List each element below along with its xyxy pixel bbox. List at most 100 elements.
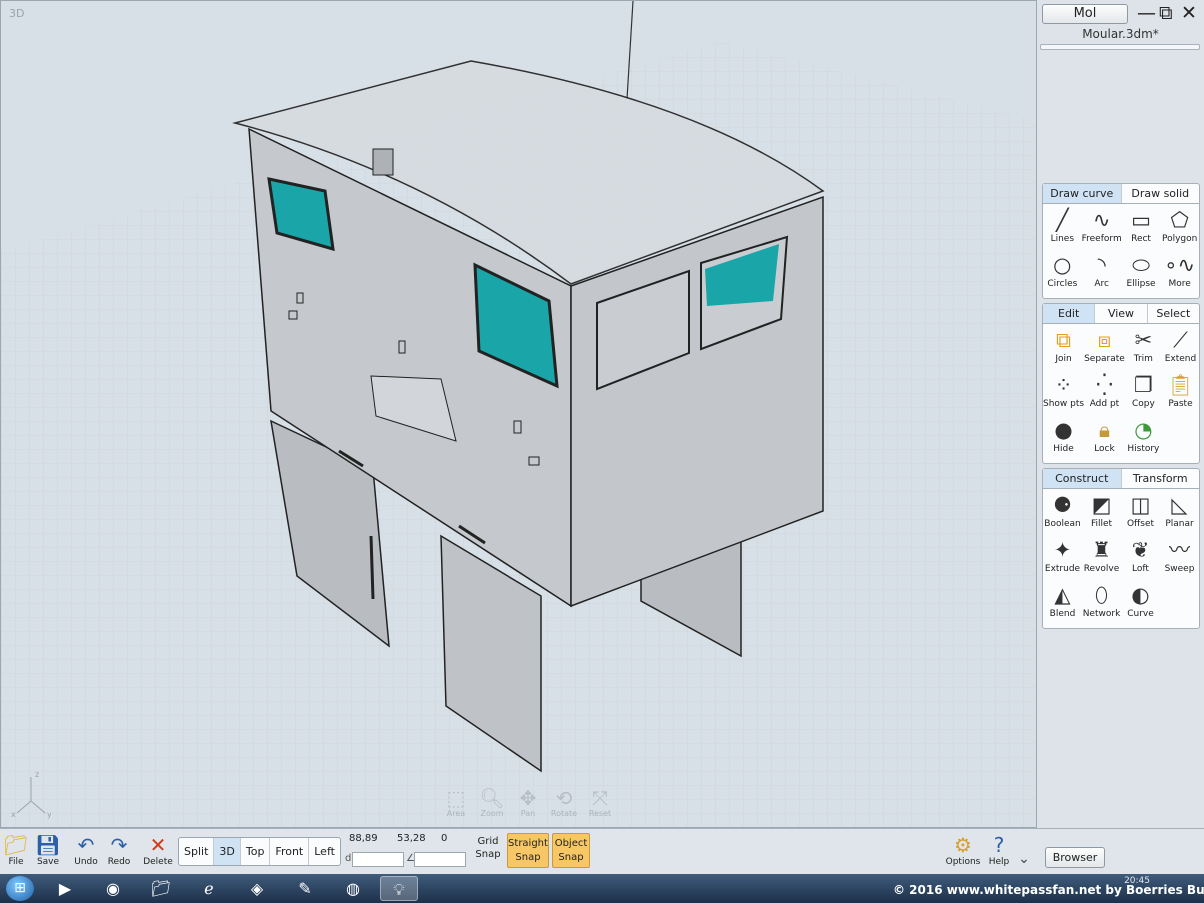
folder-icon: 📁︎ bbox=[3, 833, 29, 857]
options-button[interactable]: ⚙ Options bbox=[944, 833, 982, 867]
close-icon[interactable]: ✕ bbox=[1181, 2, 1197, 24]
sweep-icon: 〰 bbox=[1169, 538, 1190, 562]
ellipse-tool[interactable]: ⬭ Ellipse bbox=[1122, 251, 1161, 296]
rotate-tool[interactable]: ⟲ Rotate bbox=[549, 787, 579, 818]
view-3d[interactable]: 3D bbox=[214, 838, 241, 865]
circle-icon: ○ bbox=[1053, 253, 1072, 277]
paste-icon: 📋︎ bbox=[1167, 373, 1194, 397]
reset-icon: ⤧ bbox=[592, 786, 608, 810]
tab-view[interactable]: View bbox=[1095, 304, 1148, 323]
loft-icon: ❦ bbox=[1131, 538, 1150, 562]
boolean-tool[interactable]: ⚈ Boolean bbox=[1043, 491, 1082, 536]
tab-draw-solid[interactable]: Draw solid bbox=[1122, 184, 1200, 203]
object-snap-toggle[interactable]: Object Snap bbox=[552, 833, 590, 868]
extend-icon: ⟋ bbox=[1173, 328, 1188, 352]
tab-transform[interactable]: Transform bbox=[1122, 469, 1200, 488]
planar-tool[interactable]: ◺ Planar bbox=[1160, 491, 1199, 536]
separate-icon: ⧈ bbox=[1097, 328, 1112, 352]
tab-construct[interactable]: Construct bbox=[1043, 469, 1122, 488]
separate-tool[interactable]: ⧈ Separate bbox=[1084, 326, 1125, 371]
extend-tool[interactable]: ⟋ Extend bbox=[1162, 326, 1199, 371]
freeform-tool[interactable]: ∿ Freeform bbox=[1082, 206, 1122, 251]
tab-select[interactable]: Select bbox=[1148, 304, 1199, 323]
freeform-icon: ∿ bbox=[1092, 208, 1111, 232]
undo-button[interactable]: ↶ Undo bbox=[70, 833, 102, 867]
model-canvas[interactable] bbox=[1, 1, 1037, 828]
add-point-tool[interactable]: ⁛ Add pt bbox=[1084, 371, 1125, 416]
explorer-icon[interactable]: 📁︎ bbox=[142, 876, 180, 901]
join-icon: ⧉ bbox=[1056, 328, 1072, 352]
view-top[interactable]: Top bbox=[241, 838, 271, 865]
svg-text:z: z bbox=[35, 770, 39, 779]
collapse-button[interactable]: ⌄ bbox=[1012, 847, 1036, 871]
join-tool[interactable]: ⧉ Join bbox=[1043, 326, 1084, 371]
moi-app-icon[interactable]: 💡︎ bbox=[380, 876, 418, 901]
sweep-tool[interactable]: 〰 Sweep bbox=[1160, 536, 1199, 581]
zoom-icon: 🔍︎ bbox=[479, 786, 505, 810]
distance-field[interactable] bbox=[352, 852, 404, 867]
show-points-tool[interactable]: ⁘ Show pts bbox=[1043, 371, 1084, 416]
delete-button[interactable]: ✕ Delete bbox=[142, 833, 174, 867]
polygon-icon: ⬠ bbox=[1170, 208, 1189, 232]
pan-tool[interactable]: ✥ Pan bbox=[513, 787, 543, 818]
network-icon: ⬯ bbox=[1094, 583, 1109, 607]
network-tool[interactable]: ⬯ Network bbox=[1082, 581, 1121, 626]
browser-icon[interactable]: ℯ bbox=[190, 876, 228, 901]
options-icon: ⚙ bbox=[954, 833, 972, 857]
extrude-tool[interactable]: ✦ Extrude bbox=[1043, 536, 1082, 581]
copyright-watermark: © 2016 www.whitepassfan.net by Boerries … bbox=[893, 883, 1204, 897]
hide-tool[interactable]: ● Hide bbox=[1043, 416, 1084, 461]
grid-snap-toggle[interactable]: Grid Snap bbox=[472, 835, 504, 861]
paste-tool[interactable]: 📋︎ Paste bbox=[1162, 371, 1199, 416]
reset-tool[interactable]: ⤧ Reset bbox=[585, 787, 615, 818]
windows-media-icon[interactable]: ◉ bbox=[94, 876, 132, 901]
save-button[interactable]: 💾︎ Save bbox=[32, 833, 64, 867]
view-split[interactable]: Split bbox=[179, 838, 215, 865]
browser-button[interactable]: Browser bbox=[1045, 847, 1105, 868]
circles-tool[interactable]: ○ Circles bbox=[1043, 251, 1082, 296]
viewport-3d[interactable]: 3D z x y ⬚Area 🔍︎Zoom ✥Pan ⟲Rotate ⤧Rese… bbox=[0, 0, 1037, 828]
minimize-icon[interactable]: — bbox=[1137, 2, 1156, 24]
ellipse-icon: ⬭ bbox=[1132, 253, 1150, 277]
paint-icon[interactable]: ✎ bbox=[286, 876, 324, 901]
blend-tool[interactable]: ◭ Blend bbox=[1043, 581, 1082, 626]
rect-tool[interactable]: ▭ Rect bbox=[1122, 206, 1161, 251]
file-button[interactable]: 📁︎ File bbox=[0, 833, 32, 867]
trim-tool[interactable]: ✂ Trim bbox=[1125, 326, 1162, 371]
boolean-icon: ⚈ bbox=[1053, 493, 1072, 517]
polygon-tool[interactable]: ⬠ Polygon bbox=[1160, 206, 1199, 251]
area-tool[interactable]: ⬚ Area bbox=[441, 787, 471, 818]
media-player-icon[interactable]: ▶ bbox=[46, 876, 84, 901]
undo-icon: ↶ bbox=[77, 833, 95, 857]
copy-icon: ❐ bbox=[1133, 373, 1153, 397]
tab-edit[interactable]: Edit bbox=[1043, 304, 1096, 323]
hide-icon: ● bbox=[1054, 418, 1073, 442]
sidebar: Mol — ⧉ ✕ Moular.3dm* Draw curve Draw so… bbox=[1037, 0, 1204, 828]
more-tool[interactable]: ∘∿ More bbox=[1160, 251, 1199, 296]
arc-tool[interactable]: ◝ Arc bbox=[1082, 251, 1122, 296]
revolve-tool[interactable]: ♜ Revolve bbox=[1082, 536, 1121, 581]
restore-icon[interactable]: ⧉ bbox=[1159, 2, 1173, 24]
start-button[interactable]: ⊞ bbox=[6, 876, 34, 901]
view-left[interactable]: Left bbox=[309, 838, 340, 865]
view-front[interactable]: Front bbox=[270, 838, 310, 865]
viewport-label: 3D bbox=[9, 7, 25, 20]
redo-button[interactable]: ↷ Redo bbox=[103, 833, 135, 867]
lock-tool[interactable]: 🔒︎ Lock bbox=[1084, 416, 1125, 461]
straight-snap-toggle[interactable]: Straight Snap bbox=[507, 833, 549, 868]
offset-tool[interactable]: ◫ Offset bbox=[1121, 491, 1160, 536]
network-app-icon[interactable]: ◍ bbox=[334, 876, 372, 901]
angle-field[interactable] bbox=[414, 852, 466, 867]
zoom-tool[interactable]: 🔍︎ Zoom bbox=[477, 787, 507, 818]
svg-text:x: x bbox=[11, 810, 16, 819]
fillet-tool[interactable]: ◩ Fillet bbox=[1082, 491, 1121, 536]
history-tool[interactable]: ◔ History bbox=[1125, 416, 1162, 461]
document-name-button[interactable]: Mol bbox=[1042, 4, 1128, 24]
help-button[interactable]: ? Help bbox=[983, 833, 1015, 867]
curve-tool[interactable]: ◐ Curve bbox=[1121, 581, 1160, 626]
tab-draw-curve[interactable]: Draw curve bbox=[1043, 184, 1122, 203]
copy-tool[interactable]: ❐ Copy bbox=[1125, 371, 1162, 416]
app-icon[interactable]: ◈ bbox=[238, 876, 276, 901]
lines-tool[interactable]: ╱ Lines bbox=[1043, 206, 1082, 251]
loft-tool[interactable]: ❦ Loft bbox=[1121, 536, 1160, 581]
